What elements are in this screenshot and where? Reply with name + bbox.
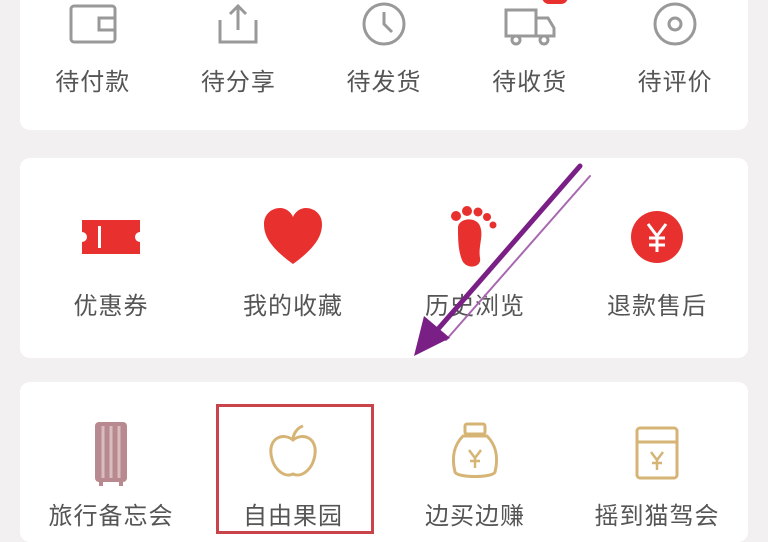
tool-earn[interactable]: 边买边赚: [384, 382, 566, 542]
service-history-label: 历史浏览: [425, 292, 525, 320]
order-status-card: 待付款 待分享 待发货 待收货 待评价: [20, 0, 748, 130]
tool-travel-memo[interactable]: 旅行备忘会: [20, 382, 202, 542]
order-pending-shipment-label: 待发货: [346, 68, 422, 96]
service-coupons-label: 优惠券: [73, 292, 149, 320]
tool-orchard[interactable]: 自由果园: [202, 382, 384, 542]
service-refunds-label: 退款售后: [607, 292, 707, 320]
order-pending-share-label: 待分享: [200, 68, 276, 96]
tool-earn-label: 边买边赚: [425, 502, 525, 530]
coupon-icon: [82, 220, 140, 254]
order-status-row: 待付款 待分享 待发货 待收货 待评价: [20, 0, 748, 130]
tool-gift-label: 摇到猫驾会: [594, 502, 720, 530]
services-row: 优惠券 我的收藏 历史浏览 退款售后: [20, 158, 748, 358]
service-favorites[interactable]: 我的收藏: [202, 158, 384, 358]
heart-icon: [264, 208, 322, 264]
apple-icon: [269, 424, 317, 477]
order-pending-payment-label: 待付款: [55, 68, 131, 96]
order-pending-receipt-label: 待收货: [492, 68, 568, 96]
share-icon: [218, 3, 258, 44]
order-pending-review[interactable]: 待评价: [602, 0, 748, 130]
tools-row: 旅行备忘会 自由果园 边买边赚 摇到猫驾会: [20, 382, 748, 542]
tool-gift[interactable]: 摇到猫驾会: [566, 382, 748, 542]
clock-icon: [362, 2, 406, 46]
tool-orchard-label: 自由果园: [243, 502, 343, 530]
order-pending-share[interactable]: 待分享: [166, 0, 312, 130]
receipt-count-badge: [542, 0, 569, 4]
tool-travel-memo-label: 旅行备忘会: [48, 502, 174, 530]
service-coupons[interactable]: 优惠券: [20, 158, 202, 358]
refund-icon: [631, 211, 683, 263]
money-bag-icon: [451, 422, 499, 478]
service-favorites-label: 我的收藏: [243, 292, 343, 320]
truck-icon: [504, 8, 556, 46]
gift-box-icon: [635, 426, 679, 480]
footprint-icon: [451, 206, 497, 267]
service-refunds[interactable]: 退款售后: [566, 158, 748, 358]
wallet-icon: [69, 4, 117, 44]
tools-card: 旅行备忘会 自由果园 边买边赚 摇到猫驾会: [20, 382, 748, 542]
order-pending-payment[interactable]: 待付款: [20, 0, 166, 130]
order-pending-receipt[interactable]: 待收货: [457, 0, 603, 130]
services-card: 优惠券 我的收藏 历史浏览 退款售后: [20, 158, 748, 358]
luggage-icon: [95, 422, 127, 486]
order-pending-review-label: 待评价: [637, 68, 713, 96]
service-history[interactable]: 历史浏览: [384, 158, 566, 358]
review-icon: [653, 2, 697, 46]
order-pending-shipment[interactable]: 待发货: [311, 0, 457, 130]
